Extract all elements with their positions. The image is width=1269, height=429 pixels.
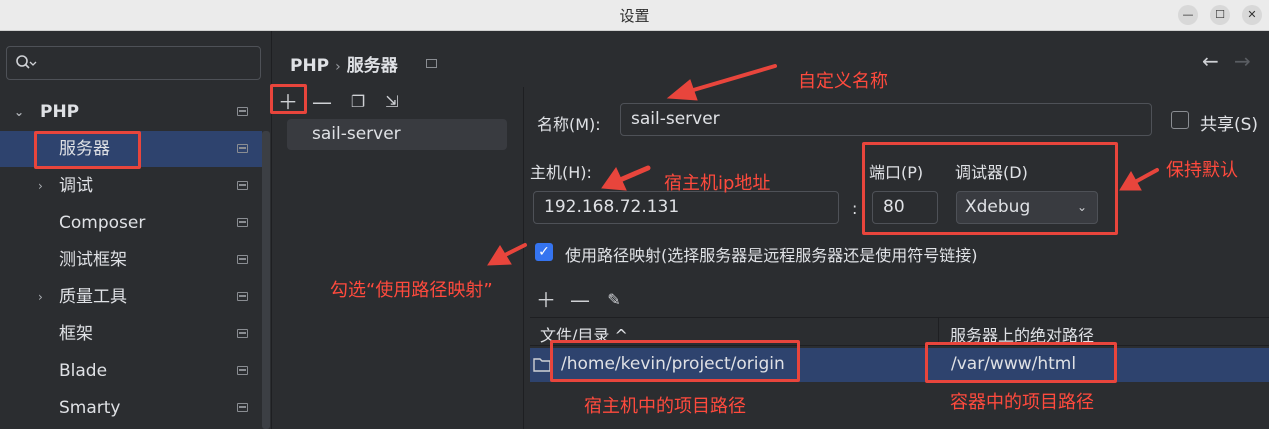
annotation-custom-name: 自定义名称 — [798, 71, 888, 92]
remove-server-button[interactable]: — — [310, 90, 334, 114]
sidebar-item-frameworks[interactable]: 框架 — [0, 316, 262, 352]
server-list-item[interactable]: sail-server — [287, 119, 507, 150]
share-label: 共享(S) — [1200, 115, 1259, 135]
host-label: 主机(H): — [530, 163, 592, 182]
chevron-down-icon[interactable]: ⌄ — [14, 94, 24, 130]
sidebar-item-label: 质量工具 — [59, 287, 127, 307]
sidebar-item-label: 框架 — [59, 324, 93, 344]
share-checkbox[interactable] — [1171, 111, 1189, 129]
breadcrumb-current: 服务器 — [346, 56, 398, 76]
forward-arrow-icon[interactable]: → — [1234, 49, 1251, 73]
annotation-box-port-debugger — [862, 142, 1118, 235]
project-scope-icon — [237, 107, 248, 116]
sidebar-item-quality-tools[interactable]: › 质量工具 — [0, 279, 262, 315]
remove-mapping-button[interactable]: — — [568, 288, 592, 312]
annotation-keep-default: 保持默认 — [1166, 160, 1238, 181]
server-list-panel: ＋ — ❐ ⇲ sail-server — [272, 87, 524, 429]
breadcrumb-root[interactable]: PHP — [290, 56, 329, 76]
host-port-separator: : — [852, 199, 858, 218]
import-server-button[interactable]: ⇲ — [380, 90, 404, 114]
maximize-icon[interactable]: ☐ — [1210, 5, 1230, 25]
chevron-right-icon[interactable]: › — [38, 168, 43, 204]
annotation-host-project-path: 宿主机中的项目路径 — [584, 396, 746, 417]
sidebar-item-label: 调试 — [59, 176, 93, 196]
sidebar-item-label: 测试框架 — [59, 250, 127, 270]
project-scope-icon — [237, 255, 248, 264]
annotation-box-add — [270, 84, 307, 114]
chevron-right-icon[interactable]: › — [38, 279, 43, 315]
annotation-host-ip: 宿主机ip地址 — [664, 173, 771, 194]
sidebar-item-label: Blade — [59, 361, 108, 381]
close-icon[interactable]: ✕ — [1242, 5, 1262, 25]
window-title: 设置 — [619, 7, 650, 25]
sidebar-item-blade[interactable]: Blade — [0, 353, 262, 389]
sidebar-item-label: Smarty — [59, 398, 121, 418]
sidebar-item-smarty[interactable]: Smarty — [0, 390, 262, 426]
sidebar-item-php[interactable]: ⌄ PHP — [0, 94, 262, 130]
window-titlebar: 设置 — ☐ ✕ — [0, 0, 1269, 31]
annotation-box-servers — [34, 131, 141, 169]
name-field[interactable]: sail-server — [620, 103, 1152, 136]
name-label: 名称(M): — [537, 115, 601, 134]
path-mapping-checkbox[interactable]: ✓ — [535, 243, 553, 261]
breadcrumb: PHP › 服务器 — [290, 51, 398, 76]
host-field[interactable]: 192.168.72.131 — [533, 191, 839, 224]
sidebar-scrollbar[interactable] — [262, 131, 270, 429]
edit-mapping-icon[interactable]: ✎ — [602, 288, 626, 312]
annotation-check-mapping: 勾选“使用路径映射” — [330, 280, 493, 301]
sidebar-item-label: PHP — [40, 102, 80, 122]
sidebar-item-test-frameworks[interactable]: 测试框架 — [0, 242, 262, 278]
path-mapping-label: 使用路径映射(选择服务器是远程服务器还是使用符号链接) — [565, 246, 978, 265]
sidebar-item-composer[interactable]: Composer — [0, 205, 262, 241]
sidebar-item-label: Composer — [59, 213, 146, 233]
annotation-box-local-path — [550, 340, 800, 382]
project-scope-icon — [237, 292, 248, 301]
annotation-box-remote-path — [925, 342, 1117, 383]
back-arrow-icon[interactable]: ← — [1202, 49, 1219, 73]
minimize-icon[interactable]: — — [1178, 5, 1198, 25]
project-scope-icon — [237, 144, 248, 153]
project-scope-icon — [237, 181, 248, 190]
search-icon — [16, 55, 37, 69]
project-scope-icon — [237, 366, 248, 375]
copy-server-button[interactable]: ❐ — [346, 90, 370, 114]
project-scope-icon — [426, 59, 437, 68]
project-scope-icon — [237, 403, 248, 412]
folder-icon — [533, 358, 551, 372]
search-input[interactable] — [6, 46, 261, 80]
project-scope-icon — [237, 218, 248, 227]
project-scope-icon — [237, 329, 248, 338]
breadcrumb-separator: › — [335, 59, 341, 75]
add-mapping-button[interactable]: ＋ — [534, 288, 558, 312]
sidebar-item-debug[interactable]: › 调试 — [0, 168, 262, 204]
settings-sidebar: ⌄ PHP 服务器 › 调试 Composer 测试框架 › 质量工具 框架 B… — [0, 31, 272, 429]
settings-header: PHP › 服务器 ← → — [272, 31, 1269, 87]
annotation-container-project-path: 容器中的项目路径 — [950, 392, 1094, 413]
